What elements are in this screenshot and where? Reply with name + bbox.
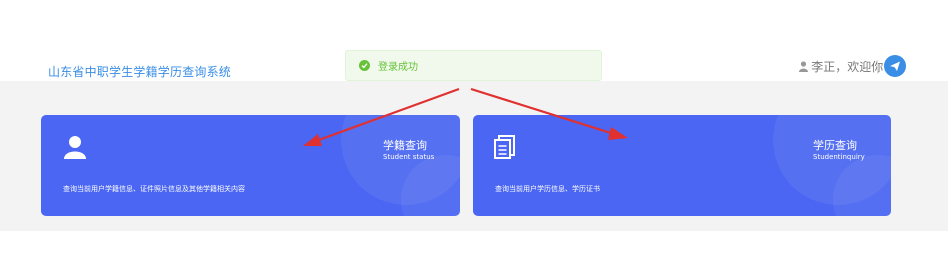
annotation-arrows [303, 87, 628, 146]
annotation-arrow-left [303, 87, 460, 146]
annotation-arrow-right [470, 87, 628, 140]
